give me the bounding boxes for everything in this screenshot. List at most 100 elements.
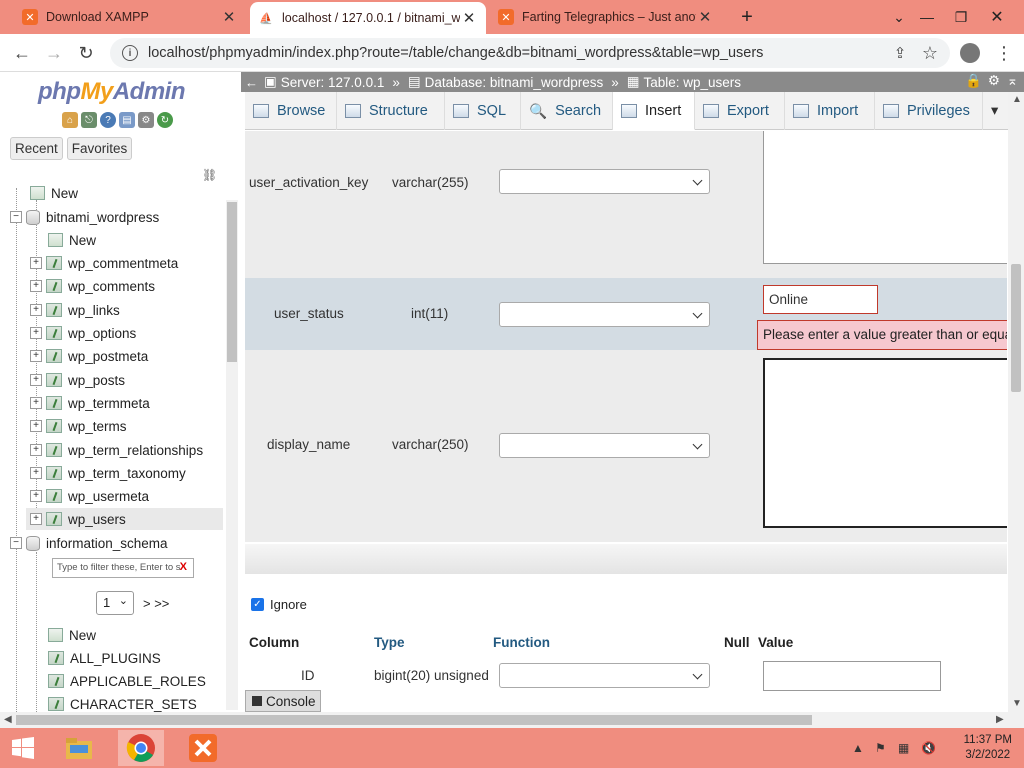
action-center-icon[interactable]: ⚑	[875, 741, 886, 755]
tree-table-wp-users[interactable]: + wp_users	[26, 508, 223, 530]
expand-toggle-icon[interactable]: +	[30, 374, 42, 386]
tree-db-information-schema[interactable]: − information_schema	[10, 532, 168, 554]
network-icon[interactable]: ▦	[898, 741, 909, 755]
profile-avatar-icon[interactable]	[956, 40, 984, 66]
collapse-toggle-icon[interactable]: −	[10, 537, 22, 549]
chrome-icon[interactable]	[118, 730, 164, 766]
tree-table-wp-postmeta[interactable]: + wp_postmeta	[30, 345, 148, 367]
link-with-main-panel-icon[interactable]: ⛓	[202, 168, 217, 182]
tree-new-root[interactable]: New	[30, 182, 78, 204]
user-status-value-input[interactable]: Online	[763, 285, 878, 314]
expand-toggle-icon[interactable]: +	[30, 513, 42, 525]
tab-import[interactable]: Import	[785, 92, 875, 130]
tree-view-all-plugins[interactable]: ALL_PLUGINS	[48, 647, 161, 669]
restore-icon[interactable]: ❐	[944, 0, 978, 34]
breadcrumb-database[interactable]: Database: bitnami_wordpress	[425, 75, 604, 90]
value-textarea[interactable]	[763, 131, 1007, 264]
reload-nav-icon[interactable]: ↻	[157, 112, 173, 128]
tab-structure[interactable]: Structure	[337, 92, 445, 130]
site-info-icon[interactable]: i	[122, 45, 138, 61]
start-windows-icon[interactable]	[0, 730, 46, 766]
show-hidden-icons-icon[interactable]: ▲	[852, 741, 864, 755]
expand-toggle-icon[interactable]: +	[30, 397, 42, 409]
tree-table-wp-comments[interactable]: + wp_comments	[30, 275, 155, 297]
expand-toggle-icon[interactable]: +	[30, 350, 42, 362]
volume-muted-icon[interactable]: 🔇	[921, 741, 936, 755]
tab-sql[interactable]: SQL	[445, 92, 521, 130]
tab-search[interactable]: 🔍 Search	[521, 92, 613, 130]
back-arrow-icon[interactable]: ←	[8, 40, 36, 66]
expand-toggle-icon[interactable]: +	[30, 304, 42, 316]
settings-gear-icon[interactable]: ⚙	[138, 112, 154, 128]
xampp-taskbar-icon[interactable]	[180, 730, 226, 766]
browser-menu-icon[interactable]: ⋮	[990, 40, 1018, 66]
scrollbar-thumb[interactable]	[227, 202, 237, 362]
docs-icon[interactable]: ▤	[119, 112, 135, 128]
tree-table-wp-term-taxonomy[interactable]: + wp_term_taxonomy	[30, 462, 186, 484]
tree-table-wp-posts[interactable]: + wp_posts	[30, 369, 125, 391]
collapse-toggle-icon[interactable]: −	[10, 211, 22, 223]
tab-browse[interactable]: Browse	[245, 92, 337, 130]
expand-toggle-icon[interactable]: +	[30, 467, 42, 479]
tree-table-wp-commentmeta[interactable]: + wp_commentmeta	[30, 252, 178, 274]
ignore-checkbox[interactable]: ✓	[251, 598, 264, 611]
recent-button[interactable]: Recent	[10, 137, 63, 160]
tree-table-wp-options[interactable]: + wp_options	[30, 322, 136, 344]
expand-toggle-icon[interactable]: +	[30, 257, 42, 269]
tree-table-wp-term-relationships[interactable]: + wp_term_relationships	[30, 439, 203, 461]
phpmyadmin-logo[interactable]: phpMyAdmin	[38, 78, 186, 106]
browser-tab-xampp[interactable]: ✕ Download XAMPP ✕	[14, 0, 246, 34]
settings-gear-icon[interactable]: ⚙	[988, 73, 1000, 89]
expand-toggle-icon[interactable]: +	[30, 444, 42, 456]
breadcrumb-server[interactable]: Server: 127.0.0.1	[281, 75, 385, 90]
file-explorer-icon[interactable]	[56, 730, 102, 766]
horizontal-scrollbar[interactable]: ◀ ▶	[0, 712, 1024, 728]
expand-toggle-icon[interactable]: +	[30, 280, 42, 292]
close-tab-icon[interactable]: ✕	[220, 8, 238, 26]
tree-db1-new[interactable]: New	[48, 229, 96, 251]
value-textarea[interactable]	[763, 358, 1007, 528]
forward-arrow-icon[interactable]: →	[40, 40, 68, 66]
favorites-button[interactable]: Favorites	[66, 137, 133, 160]
close-tab-icon[interactable]: ✕	[696, 8, 714, 26]
browser-tab-phpmyadmin[interactable]: ⛵ localhost / 127.0.0.1 / bitnami_w ✕	[250, 2, 486, 34]
tree-table-wp-usermeta[interactable]: + wp_usermeta	[30, 485, 149, 507]
close-window-icon[interactable]: ✕	[980, 0, 1014, 34]
new-tab-button[interactable]: +	[730, 0, 764, 34]
url-bar[interactable]: i localhost/phpmyadmin/index.php?route=/…	[110, 38, 950, 68]
tree-page-select[interactable]: 1 ⌄	[96, 591, 134, 615]
scroll-up-arrow-icon[interactable]: ▲	[1012, 94, 1022, 105]
value-input[interactable]	[763, 661, 941, 691]
breadcrumb-table[interactable]: Table: wp_users	[644, 75, 742, 90]
tree-table-wp-terms[interactable]: + wp_terms	[30, 415, 127, 437]
taskbar-clock[interactable]: 11:37 PM 3/2/2022	[964, 733, 1012, 763]
header-type[interactable]: Type	[374, 635, 405, 650]
console-toggle[interactable]: Console	[245, 690, 321, 712]
scroll-left-arrow-icon[interactable]: ◀	[4, 714, 12, 725]
main-scrollbar[interactable]: ▲ ▼	[1008, 92, 1024, 712]
bookmark-star-icon[interactable]: ☆	[916, 40, 944, 66]
tree-filter-input[interactable]: Type to filter these, Enter to s X	[52, 558, 194, 578]
browser-tab-farting-telegraphics[interactable]: ✕ Farting Telegraphics – Just anoth ✕	[490, 0, 722, 34]
tab-insert[interactable]: Insert	[613, 92, 695, 130]
tab-export[interactable]: Export	[695, 92, 785, 130]
expand-toggle-icon[interactable]: +	[30, 490, 42, 502]
scrollbar-thumb[interactable]	[1011, 264, 1021, 392]
close-tab-icon[interactable]: ✕	[460, 9, 478, 27]
scrollbar-thumb[interactable]	[16, 715, 812, 725]
share-icon[interactable]: ⇪	[886, 40, 914, 66]
function-select[interactable]	[499, 169, 710, 194]
clear-filter-icon[interactable]: X	[180, 561, 187, 573]
tree-table-wp-termmeta[interactable]: + wp_termmeta	[30, 392, 150, 414]
tree-db-bitnami-wordpress[interactable]: − bitnami_wordpress	[10, 206, 159, 228]
scroll-down-arrow-icon[interactable]: ▼	[1012, 698, 1022, 709]
nav-scrollbar[interactable]	[226, 200, 238, 710]
expand-toggle-icon[interactable]: +	[30, 420, 42, 432]
tab-privileges[interactable]: Privileges	[875, 92, 983, 130]
tree-view-applicable-roles[interactable]: APPLICABLE_ROLES	[48, 670, 206, 692]
tree-db2-new[interactable]: New	[48, 624, 96, 646]
tree-table-wp-links[interactable]: + wp_links	[30, 299, 120, 321]
logout-icon[interactable]: ⎋	[81, 112, 97, 128]
home-icon[interactable]: ⌂	[62, 112, 78, 128]
header-function[interactable]: Function	[493, 635, 550, 650]
